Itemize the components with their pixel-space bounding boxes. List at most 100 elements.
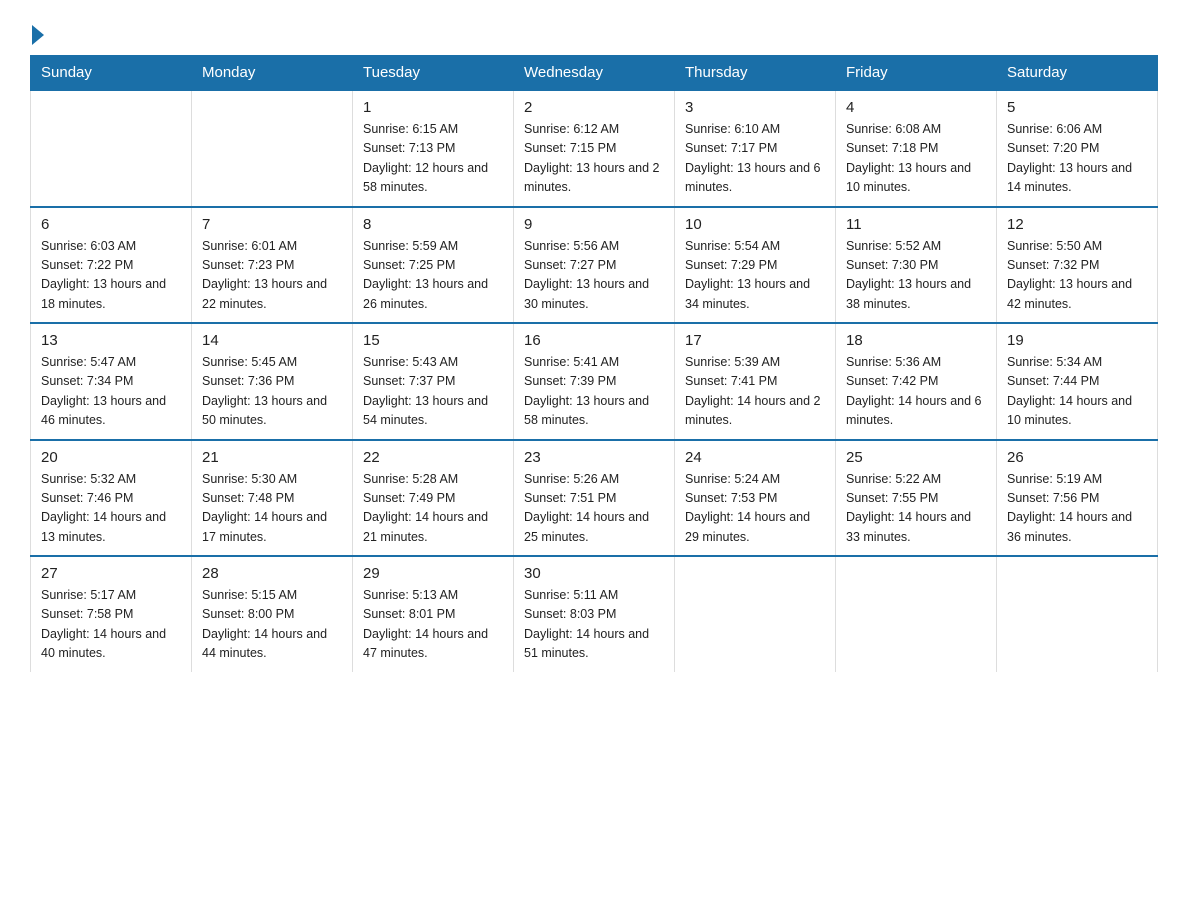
day-number: 24 xyxy=(685,449,825,466)
calendar-header-row: SundayMondayTuesdayWednesdayThursdayFrid… xyxy=(31,56,1158,91)
calendar-cell: 4 Sunrise: 6:08 AMSunset: 7:18 PMDaylight… xyxy=(836,90,997,207)
calendar-cell xyxy=(675,556,836,672)
calendar-cell: 25 Sunrise: 5:22 AMSunset: 7:55 PMDayligh… xyxy=(836,440,997,557)
calendar-cell: 18 Sunrise: 5:36 AMSunset: 7:42 PMDayligh… xyxy=(836,323,997,440)
day-number: 6 xyxy=(41,216,181,233)
calendar-cell xyxy=(192,90,353,207)
day-info: Sunrise: 5:34 AMSunset: 7:44 PMDaylight:… xyxy=(1007,353,1147,431)
day-number: 5 xyxy=(1007,99,1147,116)
calendar-cell: 23 Sunrise: 5:26 AMSunset: 7:51 PMDayligh… xyxy=(514,440,675,557)
calendar-cell: 17 Sunrise: 5:39 AMSunset: 7:41 PMDayligh… xyxy=(675,323,836,440)
day-number: 7 xyxy=(202,216,342,233)
calendar-cell: 14 Sunrise: 5:45 AMSunset: 7:36 PMDayligh… xyxy=(192,323,353,440)
day-info: Sunrise: 6:06 AMSunset: 7:20 PMDaylight:… xyxy=(1007,120,1147,198)
weekday-header-tuesday: Tuesday xyxy=(353,56,514,91)
day-info: Sunrise: 5:41 AMSunset: 7:39 PMDaylight:… xyxy=(524,353,664,431)
day-info: Sunrise: 6:10 AMSunset: 7:17 PMDaylight:… xyxy=(685,120,825,198)
day-number: 27 xyxy=(41,565,181,582)
weekday-header-friday: Friday xyxy=(836,56,997,91)
weekday-header-sunday: Sunday xyxy=(31,56,192,91)
day-info: Sunrise: 5:11 AMSunset: 8:03 PMDaylight:… xyxy=(524,586,664,664)
day-info: Sunrise: 5:24 AMSunset: 7:53 PMDaylight:… xyxy=(685,470,825,548)
day-info: Sunrise: 6:15 AMSunset: 7:13 PMDaylight:… xyxy=(363,120,503,198)
day-info: Sunrise: 5:30 AMSunset: 7:48 PMDaylight:… xyxy=(202,470,342,548)
calendar-cell: 8 Sunrise: 5:59 AMSunset: 7:25 PMDaylight… xyxy=(353,207,514,324)
weekday-header-wednesday: Wednesday xyxy=(514,56,675,91)
day-info: Sunrise: 5:56 AMSunset: 7:27 PMDaylight:… xyxy=(524,237,664,315)
day-number: 3 xyxy=(685,99,825,116)
calendar-cell: 3 Sunrise: 6:10 AMSunset: 7:17 PMDaylight… xyxy=(675,90,836,207)
calendar-cell: 27 Sunrise: 5:17 AMSunset: 7:58 PMDayligh… xyxy=(31,556,192,672)
calendar-cell: 21 Sunrise: 5:30 AMSunset: 7:48 PMDayligh… xyxy=(192,440,353,557)
calendar-cell: 28 Sunrise: 5:15 AMSunset: 8:00 PMDayligh… xyxy=(192,556,353,672)
calendar-cell xyxy=(997,556,1158,672)
day-number: 18 xyxy=(846,332,986,349)
day-info: Sunrise: 5:32 AMSunset: 7:46 PMDaylight:… xyxy=(41,470,181,548)
day-info: Sunrise: 5:45 AMSunset: 7:36 PMDaylight:… xyxy=(202,353,342,431)
day-info: Sunrise: 5:26 AMSunset: 7:51 PMDaylight:… xyxy=(524,470,664,548)
day-info: Sunrise: 5:22 AMSunset: 7:55 PMDaylight:… xyxy=(846,470,986,548)
day-number: 17 xyxy=(685,332,825,349)
day-number: 14 xyxy=(202,332,342,349)
day-number: 20 xyxy=(41,449,181,466)
day-number: 4 xyxy=(846,99,986,116)
day-info: Sunrise: 5:15 AMSunset: 8:00 PMDaylight:… xyxy=(202,586,342,664)
calendar-cell: 5 Sunrise: 6:06 AMSunset: 7:20 PMDaylight… xyxy=(997,90,1158,207)
calendar-cell: 7 Sunrise: 6:01 AMSunset: 7:23 PMDaylight… xyxy=(192,207,353,324)
day-number: 26 xyxy=(1007,449,1147,466)
day-info: Sunrise: 5:17 AMSunset: 7:58 PMDaylight:… xyxy=(41,586,181,664)
day-number: 9 xyxy=(524,216,664,233)
day-number: 23 xyxy=(524,449,664,466)
calendar-cell: 11 Sunrise: 5:52 AMSunset: 7:30 PMDayligh… xyxy=(836,207,997,324)
calendar-cell: 15 Sunrise: 5:43 AMSunset: 7:37 PMDayligh… xyxy=(353,323,514,440)
calendar-cell: 10Sunrise: 5:54 AMSunset: 7:29 PMDayligh… xyxy=(675,207,836,324)
calendar-week-row: 1 Sunrise: 6:15 AMSunset: 7:13 PMDaylight… xyxy=(31,90,1158,207)
day-number: 30 xyxy=(524,565,664,582)
calendar-cell: 29 Sunrise: 5:13 AMSunset: 8:01 PMDayligh… xyxy=(353,556,514,672)
day-number: 1 xyxy=(363,99,503,116)
calendar-cell: 20 Sunrise: 5:32 AMSunset: 7:46 PMDayligh… xyxy=(31,440,192,557)
day-number: 13 xyxy=(41,332,181,349)
day-info: Sunrise: 5:43 AMSunset: 7:37 PMDaylight:… xyxy=(363,353,503,431)
calendar-cell xyxy=(836,556,997,672)
weekday-header-saturday: Saturday xyxy=(997,56,1158,91)
day-info: Sunrise: 5:52 AMSunset: 7:30 PMDaylight:… xyxy=(846,237,986,315)
calendar-week-row: 13Sunrise: 5:47 AMSunset: 7:34 PMDayligh… xyxy=(31,323,1158,440)
day-info: Sunrise: 6:03 AMSunset: 7:22 PMDaylight:… xyxy=(41,237,181,315)
day-info: Sunrise: 6:12 AMSunset: 7:15 PMDaylight:… xyxy=(524,120,664,198)
day-number: 11 xyxy=(846,216,986,233)
day-number: 22 xyxy=(363,449,503,466)
calendar-cell: 1 Sunrise: 6:15 AMSunset: 7:13 PMDaylight… xyxy=(353,90,514,207)
calendar-cell: 9 Sunrise: 5:56 AMSunset: 7:27 PMDaylight… xyxy=(514,207,675,324)
day-info: Sunrise: 6:08 AMSunset: 7:18 PMDaylight:… xyxy=(846,120,986,198)
calendar-week-row: 20 Sunrise: 5:32 AMSunset: 7:46 PMDayligh… xyxy=(31,440,1158,557)
day-info: Sunrise: 5:59 AMSunset: 7:25 PMDaylight:… xyxy=(363,237,503,315)
day-number: 8 xyxy=(363,216,503,233)
day-number: 29 xyxy=(363,565,503,582)
day-number: 28 xyxy=(202,565,342,582)
weekday-header-thursday: Thursday xyxy=(675,56,836,91)
calendar-cell: 16 Sunrise: 5:41 AMSunset: 7:39 PMDayligh… xyxy=(514,323,675,440)
calendar-cell: 22Sunrise: 5:28 AMSunset: 7:49 PMDayligh… xyxy=(353,440,514,557)
calendar-cell: 6 Sunrise: 6:03 AMSunset: 7:22 PMDaylight… xyxy=(31,207,192,324)
calendar-week-row: 6 Sunrise: 6:03 AMSunset: 7:22 PMDaylight… xyxy=(31,207,1158,324)
day-info: Sunrise: 5:50 AMSunset: 7:32 PMDaylight:… xyxy=(1007,237,1147,315)
day-number: 2 xyxy=(524,99,664,116)
logo-triangle-icon xyxy=(32,25,44,45)
calendar-cell: 19 Sunrise: 5:34 AMSunset: 7:44 PMDayligh… xyxy=(997,323,1158,440)
weekday-header-monday: Monday xyxy=(192,56,353,91)
calendar-cell: 30 Sunrise: 5:11 AMSunset: 8:03 PMDayligh… xyxy=(514,556,675,672)
day-number: 10 xyxy=(685,216,825,233)
day-info: Sunrise: 5:39 AMSunset: 7:41 PMDaylight:… xyxy=(685,353,825,431)
day-number: 16 xyxy=(524,332,664,349)
day-number: 21 xyxy=(202,449,342,466)
day-number: 15 xyxy=(363,332,503,349)
day-number: 19 xyxy=(1007,332,1147,349)
day-info: Sunrise: 5:36 AMSunset: 7:42 PMDaylight:… xyxy=(846,353,986,431)
calendar-cell: 12Sunrise: 5:50 AMSunset: 7:32 PMDayligh… xyxy=(997,207,1158,324)
day-info: Sunrise: 6:01 AMSunset: 7:23 PMDaylight:… xyxy=(202,237,342,315)
calendar-cell: 2 Sunrise: 6:12 AMSunset: 7:15 PMDaylight… xyxy=(514,90,675,207)
day-number: 25 xyxy=(846,449,986,466)
day-info: Sunrise: 5:13 AMSunset: 8:01 PMDaylight:… xyxy=(363,586,503,664)
calendar-cell xyxy=(31,90,192,207)
